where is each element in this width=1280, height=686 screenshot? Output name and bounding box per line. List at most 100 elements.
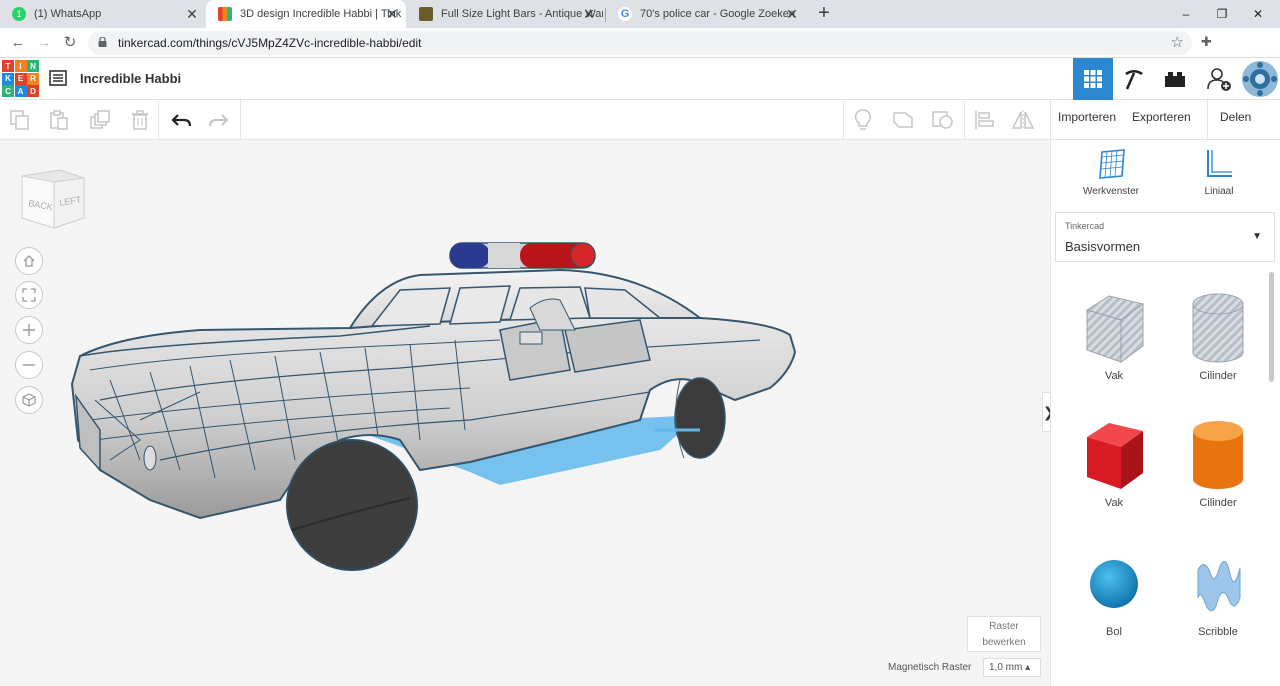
toolbar-divider [1050, 100, 1051, 140]
police-car-model[interactable] [60, 235, 810, 580]
show-all-button[interactable] [890, 107, 916, 133]
minimize-button[interactable]: – [1168, 0, 1204, 28]
maximize-button[interactable]: ❐ [1204, 0, 1240, 28]
logo-letter: N [27, 60, 39, 72]
shape-sphere[interactable]: Bol [1069, 548, 1159, 638]
undo-button[interactable] [168, 107, 194, 133]
brick-icon [1165, 72, 1185, 87]
bricks-view-button[interactable] [1155, 58, 1195, 100]
home-view-button[interactable] [15, 247, 43, 275]
add-user-button[interactable] [1199, 58, 1239, 100]
shape-box-hole[interactable]: Vak [1069, 292, 1159, 382]
share-button[interactable]: Delen [1220, 110, 1251, 124]
box-red-icon [1087, 423, 1143, 489]
duplicate-icon [90, 110, 110, 129]
design-title[interactable]: Incredible Habbi [80, 71, 181, 86]
tab-whatsapp[interactable]: 1 (1) WhatsApp ✕ [0, 0, 206, 28]
redo-button[interactable] [206, 107, 232, 133]
logo-letter: A [14, 85, 27, 97]
toolbar-divider [158, 100, 159, 140]
omnibox[interactable]: tinkercad.com/things/cVJ5MpZ4ZVc-incredi… [88, 31, 1192, 55]
design-list-icon[interactable] [49, 70, 67, 86]
shape-cylinder-hole[interactable]: Cilinder [1173, 292, 1263, 382]
ruler-tool[interactable]: Liniaal [1179, 148, 1259, 197]
shape-category-select[interactable]: Tinkercad Basisvormen ▼ [1055, 212, 1275, 262]
home-view-icon [23, 255, 35, 267]
shape-cylinder-orange[interactable]: Cilinder [1173, 419, 1263, 509]
category-source: Tinkercad [1065, 221, 1105, 231]
3d-view-button[interactable] [1073, 58, 1113, 100]
import-button[interactable]: Importeren [1058, 110, 1116, 124]
panel-scrollbar[interactable] [1269, 272, 1274, 382]
new-tab-button[interactable]: + [813, 2, 835, 24]
ruler-icon [1207, 150, 1232, 177]
toolbar-divider [964, 100, 965, 140]
toolbar-divider [1207, 100, 1208, 140]
cylinder-orange-icon [1193, 421, 1243, 489]
workplane-tool[interactable]: Werkvenster [1071, 148, 1151, 197]
zoom-out-button[interactable] [15, 351, 43, 379]
logo-letter: C [2, 85, 14, 97]
tab-title: (1) WhatsApp [34, 8, 102, 20]
mirror-button[interactable] [1010, 107, 1036, 133]
fit-view-icon [22, 288, 36, 302]
workplane-canvas[interactable]: BACK LEFT Raster bewerken Magnetisch Ras… [0, 140, 1050, 686]
bookmark-star-icon[interactable]: ☆ [1171, 33, 1184, 51]
close-window-button[interactable]: ✕ [1240, 0, 1276, 28]
close-tab-icon[interactable]: ✕ [184, 6, 200, 22]
tinkercad-logo[interactable]: T I N K E R C A D [2, 60, 39, 97]
shape-label: Bol [1106, 626, 1122, 638]
site-icon [419, 7, 433, 21]
perspective-button[interactable] [15, 386, 43, 414]
back-icon[interactable]: ← [8, 33, 28, 53]
app-header: T I N K E R C A D Incredible Habbi [0, 58, 1280, 100]
toolbar-divider [240, 100, 241, 140]
shape-scribble[interactable]: Scribble [1173, 548, 1263, 638]
zoom-in-button[interactable] [15, 316, 43, 344]
collapse-panel-button[interactable]: ❯ [1042, 392, 1050, 432]
paste-icon [50, 110, 68, 130]
undo-icon [171, 114, 192, 127]
shape-label: Scribble [1198, 626, 1238, 638]
tab-light-bars[interactable]: Full Size Light Bars - Antique War ✕ [407, 0, 603, 28]
logo-letter: D [27, 85, 39, 97]
tab-google[interactable]: G 70's police car - Google Zoeken ✕ [606, 0, 806, 28]
close-tab-icon[interactable]: ✕ [784, 6, 800, 22]
delete-button[interactable] [127, 107, 153, 133]
logo-letter: E [14, 72, 27, 85]
minecraft-view-button[interactable] [1114, 58, 1154, 100]
user-avatar[interactable] [1240, 58, 1280, 100]
grid-icon [1084, 70, 1102, 88]
browser-tab-bar: 1 (1) WhatsApp ✕ 3D design Incredible Ha… [0, 0, 1280, 28]
paste-button[interactable] [46, 107, 72, 133]
edit-grid-label: Raster [989, 621, 1019, 632]
zoom-in-icon [23, 324, 35, 336]
tab-title: 3D design Incredible Habbi | Tink [240, 8, 402, 20]
close-tab-icon[interactable]: ✕ [384, 6, 400, 22]
ruler-tool-label: Liniaal [1204, 186, 1234, 197]
notes-button[interactable] [850, 107, 876, 133]
extensions-icon[interactable]: ✚ [1201, 34, 1212, 50]
shape-box-red[interactable]: Vak [1069, 419, 1159, 509]
caret-down-icon: ▼ [1252, 231, 1262, 242]
workplane-tool-label: Werkvenster [1083, 186, 1139, 197]
zoom-out-icon [23, 364, 35, 366]
lightbulb-icon [854, 109, 872, 130]
fit-view-button[interactable] [15, 281, 43, 309]
export-button[interactable]: Exporteren [1132, 110, 1191, 124]
forward-icon[interactable]: → [34, 33, 54, 53]
align-button[interactable] [971, 107, 997, 133]
group-button[interactable] [930, 107, 956, 133]
snap-grid-select[interactable]: 1,0 mm ▴ [983, 658, 1041, 677]
reload-icon[interactable]: ↻ [60, 33, 80, 53]
duplicate-button[interactable] [87, 107, 113, 133]
logo-letter: K [2, 72, 14, 85]
chevron-right-icon: ❯ [1043, 404, 1050, 420]
view-cube[interactable]: BACK LEFT [18, 166, 88, 234]
edit-grid-button[interactable]: Raster bewerken [967, 616, 1041, 652]
close-tab-icon[interactable]: ✕ [581, 6, 597, 22]
copy-button[interactable] [7, 107, 33, 133]
tab-tinkercad[interactable]: 3D design Incredible Habbi | Tink ✕ [206, 0, 406, 28]
align-icon [975, 111, 994, 129]
toolbar-divider [843, 100, 844, 140]
